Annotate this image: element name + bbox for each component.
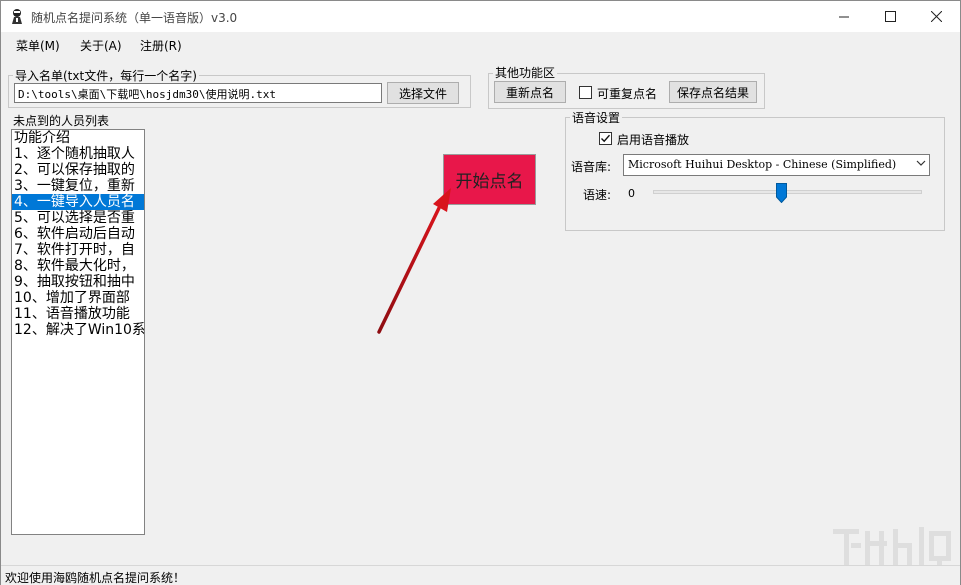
import-group-title: 导入名单(txt文件，每行一个名字): [13, 67, 199, 84]
voice-library-select[interactable]: Microsoft Huihui Desktop - Chinese (Simp…: [623, 154, 930, 176]
close-icon: [930, 11, 942, 22]
list-item[interactable]: 5、可以选择是否重: [12, 210, 144, 226]
voice-library-value: Microsoft Huihui Desktop - Chinese (Simp…: [628, 158, 897, 171]
close-button[interactable]: [913, 1, 959, 32]
annotation-arrow-icon: [377, 188, 451, 334]
voice-settings-title: 语音设置: [570, 109, 623, 126]
list-group-title: 未点到的人员列表: [13, 112, 110, 129]
app-window: 随机点名提问系统（单一语音版）v3.0 菜单(M) 关于(A) 注册(R) 导入…: [0, 0, 961, 585]
maximize-icon: [884, 11, 896, 22]
status-bar: 欢迎使用海鸥随机点名提问系统！: [1, 565, 960, 585]
list-item[interactable]: 6、软件启动后自动: [12, 226, 144, 242]
check-icon: [601, 134, 611, 143]
list-item[interactable]: 12、解决了Win10系: [12, 322, 144, 338]
voice-library-label: 语音库:: [571, 160, 612, 174]
menu-item-menu[interactable]: 菜单(M): [16, 37, 60, 54]
file-path-input[interactable]: D:\tools\桌面\下载吧\hosjdm30\使用说明.txt: [14, 83, 382, 103]
speech-rate-label: 语速:: [583, 188, 612, 202]
minimize-icon: [838, 16, 849, 18]
list-item-selected[interactable]: 4、一键导入人员名: [12, 194, 144, 210]
reset-roll-call-button[interactable]: 重新点名: [494, 81, 566, 103]
list-item[interactable]: 功能介绍: [12, 130, 144, 146]
repeat-roll-call-label: 可重复点名: [597, 87, 658, 101]
enable-voice-label: 启用语音播放: [617, 133, 690, 147]
speech-rate-value: 0: [628, 187, 635, 200]
choose-file-button[interactable]: 选择文件: [387, 82, 459, 104]
slider-thumb-icon[interactable]: [776, 183, 787, 203]
list-item[interactable]: 11、语音播放功能: [12, 306, 144, 322]
menu-bar: 菜单(M) 关于(A) 注册(R): [1, 32, 960, 57]
list-item[interactable]: 7、软件打开时，自: [12, 242, 144, 258]
app-icon: [12, 9, 22, 24]
speech-rate-slider-track[interactable]: [653, 190, 922, 194]
title-bar: 随机点名提问系统（单一语音版）v3.0: [1, 1, 960, 32]
list-item[interactable]: 8、软件最大化时，: [12, 258, 144, 274]
status-text: 欢迎使用海鸥随机点名提问系统！: [5, 571, 186, 585]
list-item[interactable]: 3、一键复位，重新: [12, 178, 144, 194]
repeat-roll-call-checkbox[interactable]: [579, 86, 592, 99]
chevron-down-icon: [916, 157, 926, 171]
menu-item-about[interactable]: 关于(A): [80, 37, 122, 54]
maximize-button[interactable]: [867, 1, 913, 32]
list-item[interactable]: 10、增加了界面部: [12, 290, 144, 306]
list-item[interactable]: 2、可以保存抽取的: [12, 162, 144, 178]
list-item[interactable]: 1、逐个随机抽取人: [12, 146, 144, 162]
other-functions-title: 其他功能区: [493, 64, 558, 81]
save-result-button[interactable]: 保存点名结果: [669, 81, 757, 103]
unpicked-people-list[interactable]: 功能介绍 1、逐个随机抽取人 2、可以保存抽取的 3、一键复位，重新 4、一键导…: [11, 129, 145, 535]
minimize-button[interactable]: [821, 1, 867, 32]
list-item[interactable]: 9、抽取按钮和抽中: [12, 274, 144, 290]
menu-item-register[interactable]: 注册(R): [140, 37, 182, 54]
enable-voice-checkbox[interactable]: [599, 132, 612, 145]
window-title: 随机点名提问系统（单一语音版）v3.0: [31, 11, 238, 25]
